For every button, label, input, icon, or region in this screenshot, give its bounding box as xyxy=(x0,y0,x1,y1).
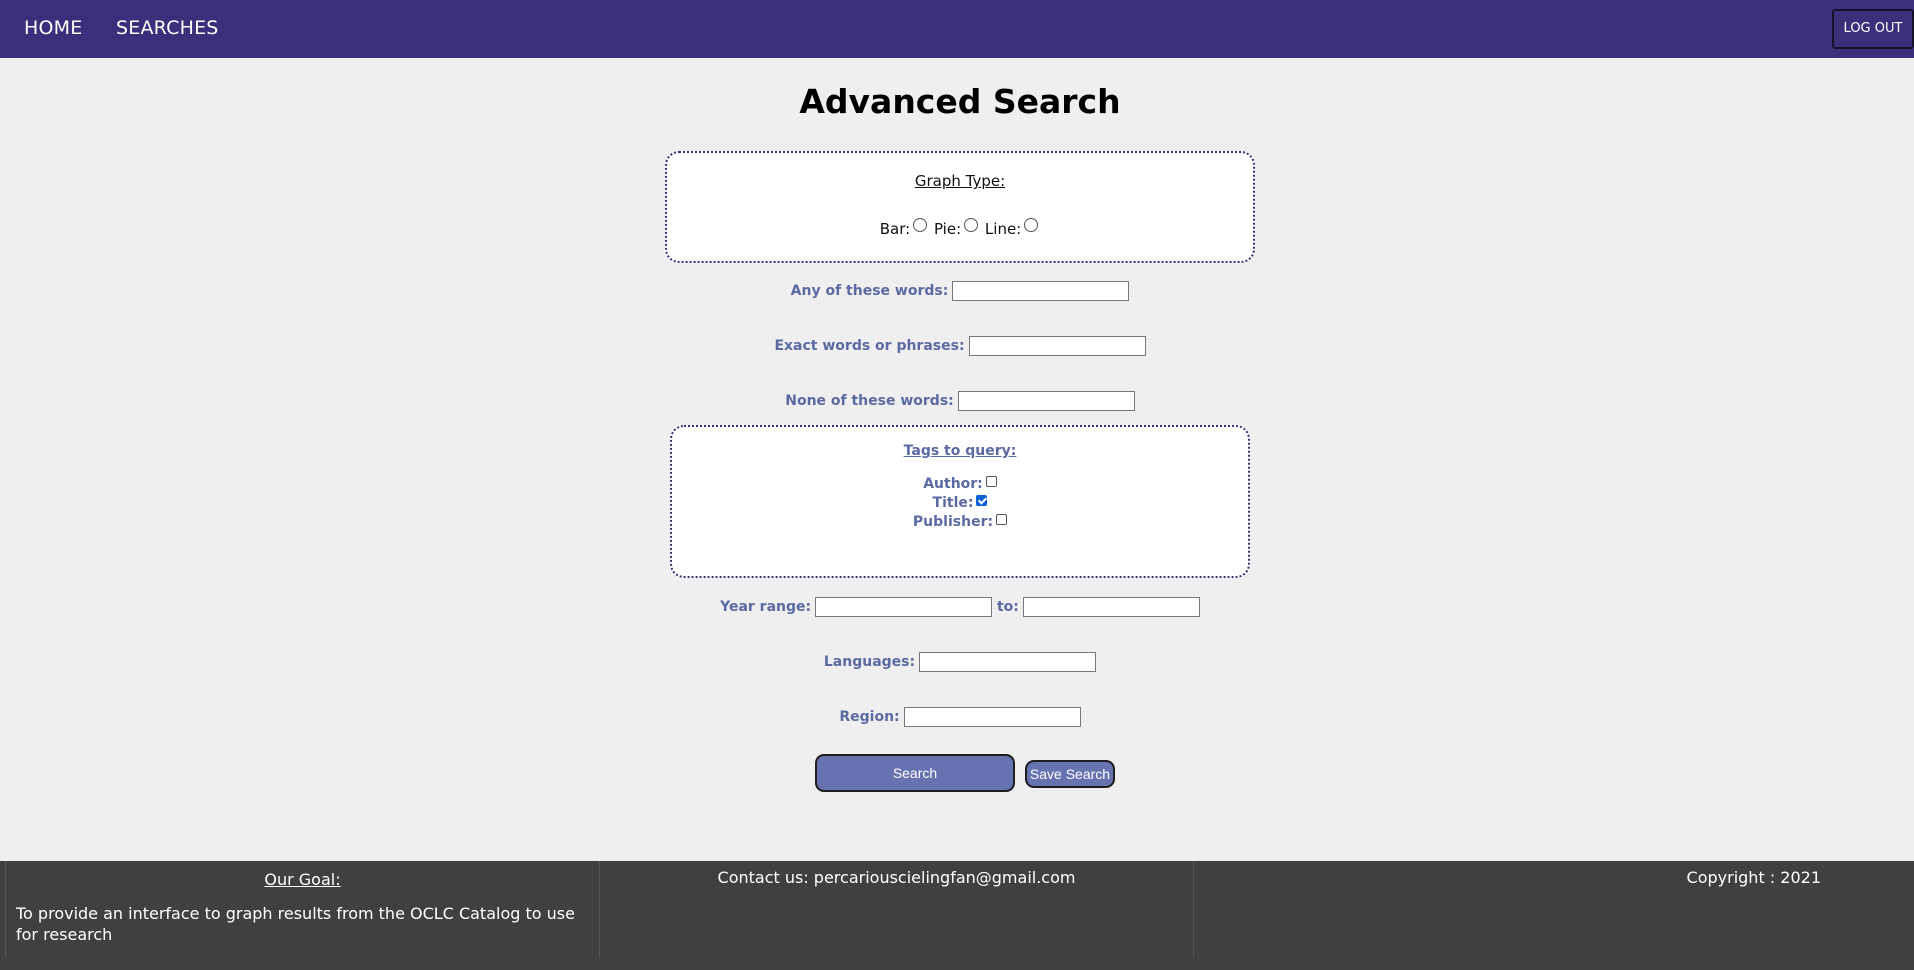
none-words-input[interactable] xyxy=(957,391,1135,411)
year-range-label: Year range: xyxy=(720,599,812,615)
exact-words-label: Exact words or phrases: xyxy=(774,338,965,354)
nav-home-link[interactable]: HOME xyxy=(24,17,82,39)
graph-option-pie-radio[interactable] xyxy=(964,218,979,232)
tag-author-checkbox[interactable] xyxy=(985,476,997,487)
exact-words-input[interactable] xyxy=(968,336,1146,356)
tag-author-label: Author: xyxy=(923,476,983,492)
page-title: Advanced Search xyxy=(799,82,1121,121)
footer-goal-text: To provide an interface to graph results… xyxy=(16,904,575,944)
tag-publisher-row: Publisher: xyxy=(672,513,1248,532)
nav-searches-link[interactable]: SEARCHES xyxy=(116,17,219,39)
tag-author-row: Author: xyxy=(672,475,1248,494)
graph-option-line-radio[interactable] xyxy=(1024,218,1039,232)
tag-publisher-label: Publisher: xyxy=(912,514,994,530)
year-from-input[interactable] xyxy=(815,597,993,617)
any-words-input[interactable] xyxy=(952,281,1130,301)
logout-button[interactable]: LOG OUT xyxy=(1832,9,1914,49)
footer-goal-title: Our Goal: xyxy=(264,870,341,889)
footer-contact: Contact us: percariouscielingfan@gmail.c… xyxy=(717,868,1076,887)
footer-copyright: Copyright : 2021 xyxy=(1686,868,1821,887)
exact-words-row: Exact words or phrases: xyxy=(0,334,1914,358)
tag-title-label: Title: xyxy=(932,495,974,511)
tag-publisher-checkbox[interactable] xyxy=(996,514,1008,525)
tags-heading: Tags to query: xyxy=(903,443,1017,459)
footer-contact-column: Contact us: percariouscielingfan@gmail.c… xyxy=(599,861,1193,957)
region-row: Region: xyxy=(0,705,1914,729)
tags-panel: Tags to query: Author: Title: Publisher: xyxy=(670,425,1250,578)
tag-title-checkbox[interactable] xyxy=(976,495,988,506)
any-words-label: Any of these words: xyxy=(790,283,949,299)
search-button[interactable]: Search xyxy=(815,754,1015,792)
graph-type-heading: Graph Type: xyxy=(914,172,1006,190)
graph-type-panel: Graph Type: Bar: Pie: Line: xyxy=(665,151,1255,263)
none-words-label: None of these words: xyxy=(785,393,954,409)
region-label: Region: xyxy=(839,709,900,725)
languages-label: Languages: xyxy=(823,654,916,670)
year-range-row: Year range: to: xyxy=(0,595,1914,619)
page-footer: Our Goal: To provide an interface to gra… xyxy=(0,861,1914,970)
footer-goal-column: Our Goal: To provide an interface to gra… xyxy=(5,861,599,957)
region-input[interactable] xyxy=(903,707,1081,727)
graph-option-bar-label: Bar: xyxy=(879,220,911,238)
graph-option-line-label: Line: xyxy=(984,220,1022,238)
graph-type-options: Bar: Pie: Line: xyxy=(667,218,1253,238)
tag-title-row: Title: xyxy=(672,494,1248,513)
footer-copyright-column: Copyright : 2021 xyxy=(1193,861,1914,957)
top-nav-bar: HOME SEARCHES LOG OUT xyxy=(0,0,1914,58)
none-words-row: None of these words: xyxy=(0,389,1914,413)
save-search-button[interactable]: Save Search xyxy=(1025,760,1115,788)
year-to-label: to: xyxy=(996,599,1019,615)
graph-option-pie-label: Pie: xyxy=(933,220,962,238)
tags-list: Author: Title: Publisher: xyxy=(672,475,1248,532)
year-to-input[interactable] xyxy=(1022,597,1200,617)
languages-input[interactable] xyxy=(919,652,1097,672)
any-words-row: Any of these words: xyxy=(0,279,1914,303)
graph-option-bar-radio[interactable] xyxy=(913,218,928,232)
languages-row: Languages: xyxy=(0,650,1914,674)
